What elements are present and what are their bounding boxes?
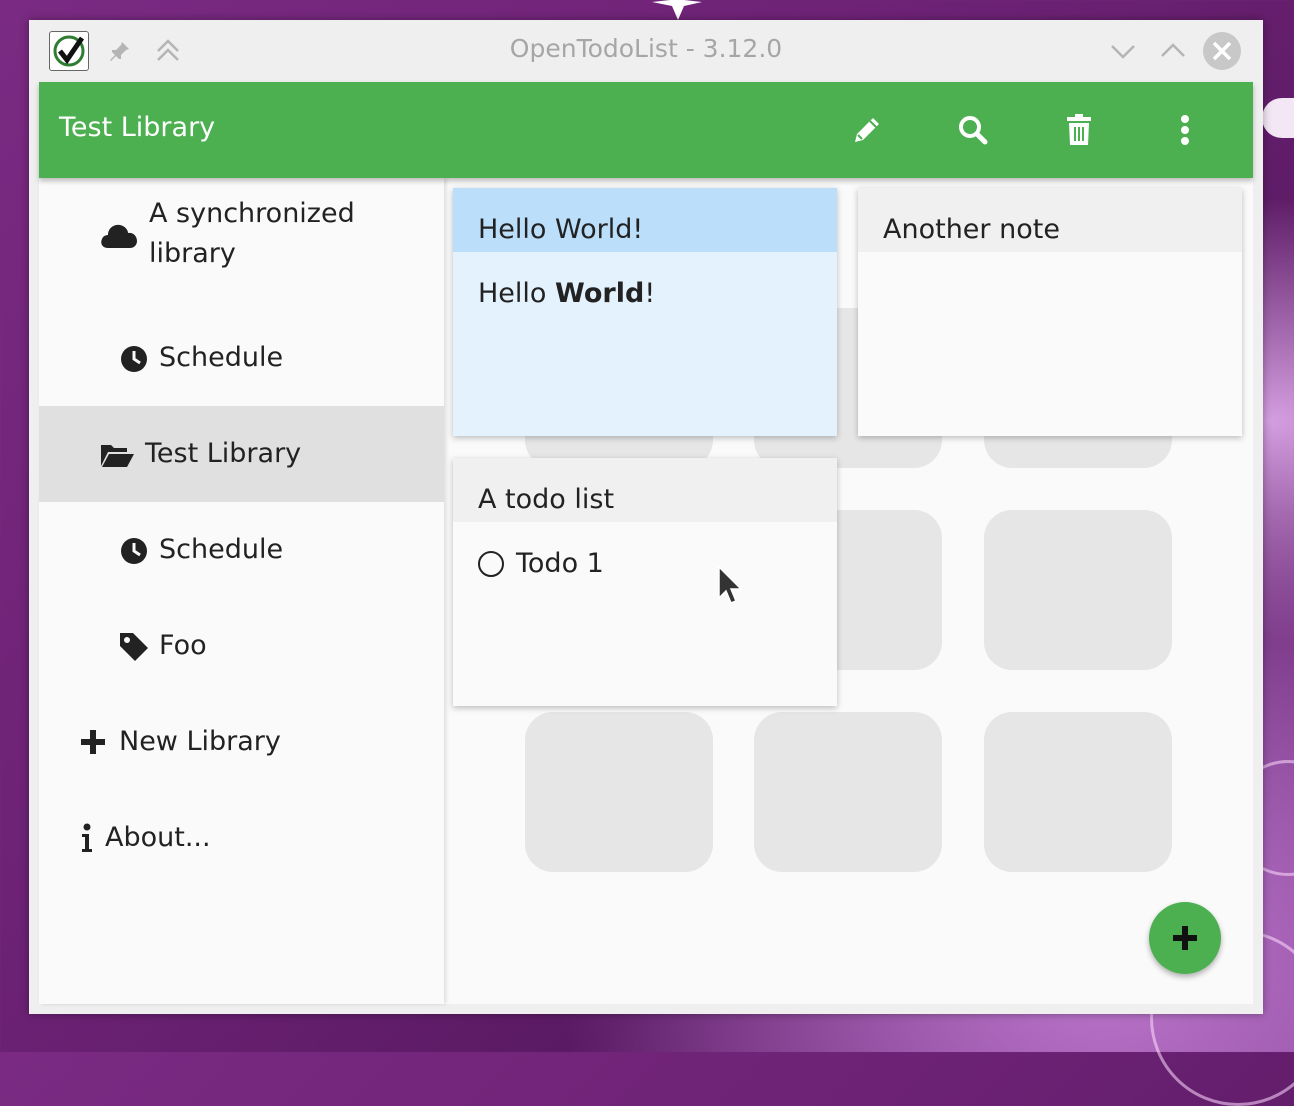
maximize-icon[interactable] (1158, 36, 1188, 66)
clock-icon (119, 344, 149, 374)
sidebar-item-foo[interactable]: Foo (39, 598, 444, 694)
window-title: OpenTodoList - 3.12.0 (509, 34, 783, 63)
clock-icon (119, 536, 149, 566)
sidebar-item-label: A synchronized library (149, 198, 355, 269)
background-star (652, 0, 702, 20)
placeholder-tile (984, 510, 1172, 670)
titlebar: OpenTodoList - 3.12.0 (29, 20, 1263, 82)
main-content: A synchronized library Schedule Test Lib… (39, 178, 1253, 1004)
todo-list-card[interactable]: A todo list Todo 1 (453, 458, 837, 706)
todo-checkbox[interactable] (478, 550, 504, 577)
tag-icon (119, 632, 149, 662)
more-menu-button[interactable] (1165, 110, 1205, 150)
sidebar-item-label: Test Library (145, 438, 302, 469)
folder-open-icon (99, 440, 135, 470)
sidebar-item-test-library[interactable]: Test Library (39, 406, 444, 502)
card-title: Hello World! (453, 188, 837, 252)
search-button[interactable] (953, 110, 993, 150)
note-card[interactable]: Another note (858, 188, 1242, 436)
sidebar-item-label: Schedule (159, 342, 284, 373)
sidebar: A synchronized library Schedule Test Lib… (39, 178, 444, 1004)
placeholder-tile (984, 712, 1172, 872)
info-icon (79, 822, 95, 854)
sidebar-item-schedule[interactable]: Schedule (39, 502, 444, 598)
close-icon (1212, 41, 1232, 61)
about-button[interactable]: About... (39, 790, 444, 886)
card-body: Hello World! (478, 278, 656, 309)
page-title: Test Library (59, 112, 216, 143)
more-vertical-icon (1181, 115, 1189, 145)
sidebar-item-schedule[interactable]: Schedule (39, 310, 444, 406)
minimize-icon[interactable] (1108, 36, 1138, 66)
todo-item[interactable]: Todo 1 (478, 548, 604, 579)
sidebar-item-synchronized-library[interactable]: A synchronized library (39, 178, 444, 298)
card-title: Another note (858, 188, 1242, 252)
new-library-button[interactable]: New Library (39, 694, 444, 790)
delete-button[interactable] (1059, 110, 1099, 150)
sidebar-item-label: About... (105, 822, 211, 853)
note-card[interactable]: Hello World! Hello World! (453, 188, 837, 436)
search-icon (959, 116, 988, 145)
add-item-button[interactable] (1149, 902, 1221, 974)
plus-icon (1173, 926, 1197, 950)
card-title: A todo list (453, 458, 837, 522)
placeholder-tile (754, 712, 942, 872)
background-cloud (1262, 98, 1294, 138)
sidebar-item-label: Schedule (159, 534, 284, 565)
sidebar-item-label: Foo (159, 630, 207, 661)
placeholder-tile (525, 712, 713, 872)
todo-label: Todo 1 (516, 548, 604, 579)
app-window: OpenTodoList - 3.12.0 Test Library A syn… (29, 20, 1263, 1014)
plus-icon (79, 728, 107, 756)
mouse-cursor-icon (718, 566, 743, 604)
pencil-icon (855, 118, 879, 142)
sidebar-item-label: New Library (119, 726, 281, 757)
trash-icon (1067, 114, 1091, 145)
app-toolbar: Test Library (39, 82, 1253, 178)
edit-button[interactable] (847, 110, 887, 150)
close-button[interactable] (1203, 32, 1241, 70)
cloud-icon (99, 220, 139, 250)
